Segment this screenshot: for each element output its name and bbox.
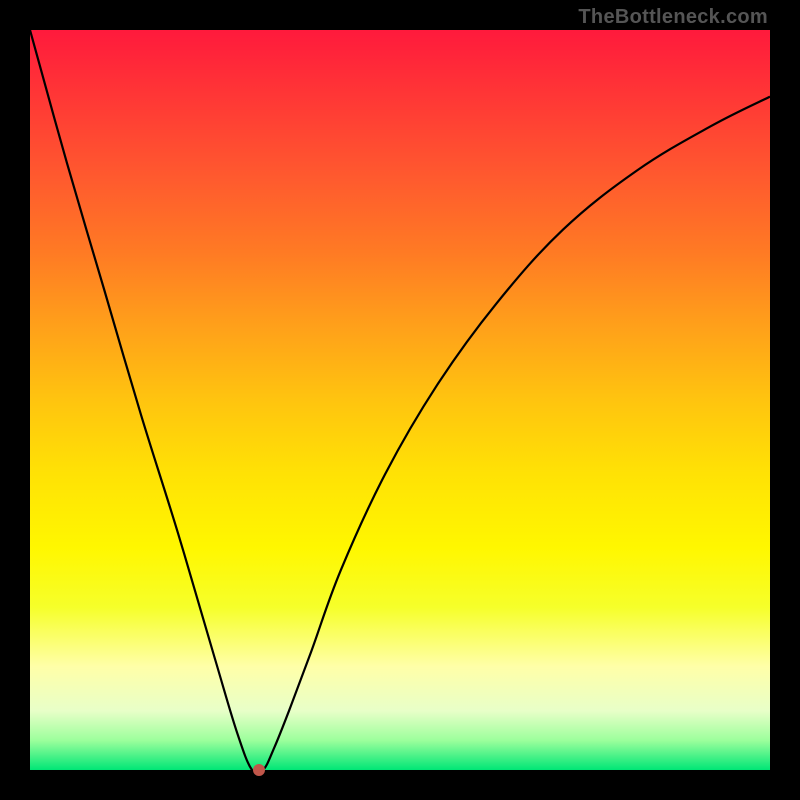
watermark-text: TheBottleneck.com (578, 6, 768, 29)
minimum-marker (253, 764, 265, 776)
chart-frame: TheBottleneck.com (0, 0, 800, 800)
plot-area (30, 30, 770, 770)
